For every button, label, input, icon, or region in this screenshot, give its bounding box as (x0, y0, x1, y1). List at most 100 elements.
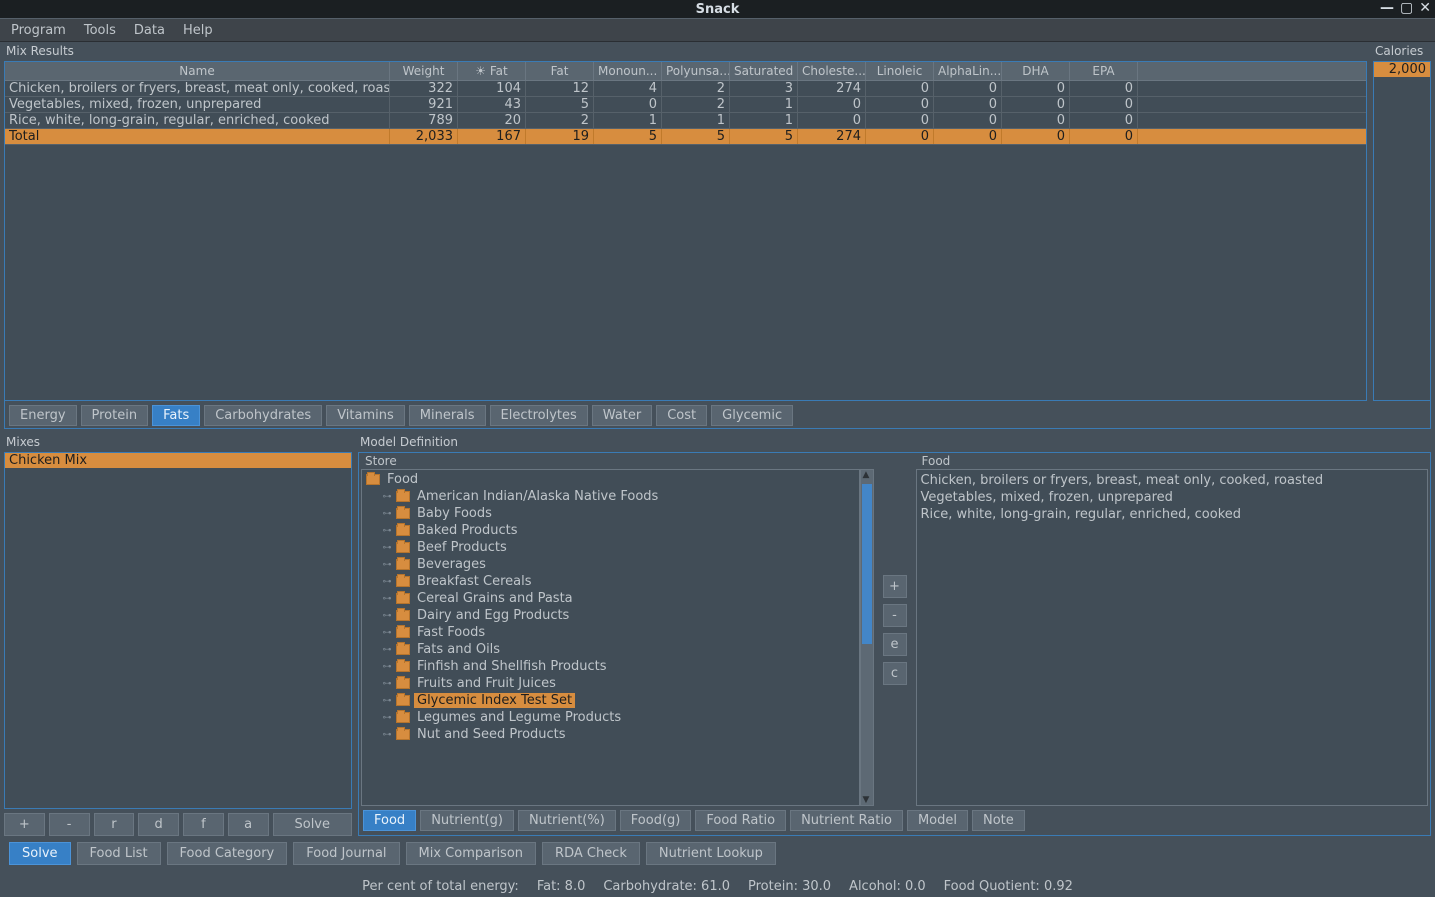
col-header[interactable]: DHA (1002, 62, 1070, 80)
tree-handle-icon[interactable]: ⊶ (382, 543, 392, 553)
tab-water[interactable]: Water (592, 405, 652, 426)
bottom-tab-solve[interactable]: Solve (9, 842, 71, 865)
tree-item[interactable]: ⊶Nut and Seed Products (362, 726, 859, 743)
tab-minerals[interactable]: Minerals (409, 405, 486, 426)
col-header[interactable]: Choleste... (798, 62, 866, 80)
mixes-btn-a[interactable]: a (228, 813, 269, 836)
minimize-icon[interactable]: — (1380, 1, 1394, 15)
col-header[interactable]: Weight (390, 62, 458, 80)
col-header[interactable]: Saturated (730, 62, 798, 80)
bottom-tab-food-journal[interactable]: Food Journal (293, 842, 399, 865)
tree-handle-icon[interactable]: ⊶ (382, 492, 392, 502)
table-row[interactable]: Rice, white, long-grain, regular, enrich… (5, 113, 1366, 129)
tree-item[interactable]: ⊶Fast Foods (362, 624, 859, 641)
tree-handle-icon[interactable]: ⊶ (382, 662, 392, 672)
tree-handle-icon[interactable]: ⊶ (382, 679, 392, 689)
bottom-tab-food-category[interactable]: Food Category (167, 842, 288, 865)
tree-item[interactable]: ⊶Finfish and Shellfish Products (362, 658, 859, 675)
scroll-thumb[interactable] (862, 484, 872, 644)
col-header[interactable]: Monoun... (594, 62, 662, 80)
model-tab-foodg[interactable]: Food(g) (620, 810, 692, 831)
tree-item[interactable]: ⊶Beef Products (362, 539, 859, 556)
mixes-btn-r[interactable]: r (94, 813, 135, 836)
tree-item[interactable]: ⊶Fruits and Fruit Juices (362, 675, 859, 692)
menu-help[interactable]: Help (175, 21, 221, 40)
model-btn--[interactable]: - (883, 604, 907, 627)
model-tab-food[interactable]: Food (363, 810, 416, 831)
tree-item[interactable]: ⊶Fats and Oils (362, 641, 859, 658)
menu-data[interactable]: Data (126, 21, 173, 40)
scroll-up-icon[interactable]: ▲ (863, 470, 870, 480)
model-tab-nutrient ratio[interactable]: Nutrient Ratio (790, 810, 903, 831)
bottom-tab-food-list[interactable]: Food List (77, 842, 161, 865)
tree-item[interactable]: ⊶Legumes and Legume Products (362, 709, 859, 726)
food-item[interactable]: Vegetables, mixed, frozen, unprepared (921, 489, 1424, 506)
table-row[interactable]: Vegetables, mixed, frozen, unprepared921… (5, 97, 1366, 113)
model-tab-nutrientg[interactable]: Nutrient(g) (420, 810, 514, 831)
menu-tools[interactable]: Tools (76, 21, 124, 40)
tab-vitamins[interactable]: Vitamins (326, 405, 405, 426)
mixes-btn-solve[interactable]: Solve (273, 813, 353, 836)
tree-item[interactable]: ⊶Beverages (362, 556, 859, 573)
tree-item[interactable]: ⊶American Indian/Alaska Native Foods (362, 488, 859, 505)
tree-handle-icon[interactable]: ⊶ (382, 560, 392, 570)
tab-cost[interactable]: Cost (656, 405, 707, 426)
bottom-tab-nutrient-lookup[interactable]: Nutrient Lookup (646, 842, 776, 865)
col-header[interactable]: AlphaLin... (934, 62, 1002, 80)
tab-energy[interactable]: Energy (9, 405, 77, 426)
tree-item[interactable]: ⊶Baked Products (362, 522, 859, 539)
model-tab-food ratio[interactable]: Food Ratio (695, 810, 786, 831)
store-scrollbar[interactable]: ▲ ▼ (860, 469, 874, 806)
col-header[interactable]: Polyunsa... (662, 62, 730, 80)
mixes-btn-+[interactable]: + (4, 813, 45, 836)
tree-handle-icon[interactable]: ⊶ (382, 713, 392, 723)
col-header[interactable]: EPA (1070, 62, 1138, 80)
model-btn-+[interactable]: + (883, 575, 907, 598)
menu-program[interactable]: Program (3, 21, 74, 40)
tree-handle-icon[interactable]: ⊶ (382, 611, 392, 621)
tree-item[interactable]: ⊶Baby Foods (362, 505, 859, 522)
mix-item-selected[interactable]: Chicken Mix (5, 453, 351, 468)
close-icon[interactable]: ✕ (1419, 1, 1431, 15)
table-row[interactable]: Chicken, broilers or fryers, breast, mea… (5, 81, 1366, 97)
tree-handle-icon[interactable]: ⊶ (382, 594, 392, 604)
tab-carbohydrates[interactable]: Carbohydrates (204, 405, 322, 426)
col-header[interactable]: Fat (526, 62, 594, 80)
food-item[interactable]: Chicken, broilers or fryers, breast, mea… (921, 472, 1424, 489)
tree-handle-icon[interactable]: ⊶ (382, 730, 392, 740)
col-header[interactable]: Linoleic (866, 62, 934, 80)
tree-handle-icon[interactable]: ⊶ (382, 628, 392, 638)
tree-handle-icon[interactable]: ⊶ (382, 645, 392, 655)
tree-handle-icon[interactable]: ⊶ (382, 577, 392, 587)
tree-item[interactable]: ⊶Dairy and Egg Products (362, 607, 859, 624)
bottom-tab-mix-comparison[interactable]: Mix Comparison (406, 842, 537, 865)
maximize-icon[interactable]: ▢ (1400, 1, 1413, 15)
tree-item[interactable]: ⊶Breakfast Cereals (362, 573, 859, 590)
tab-fats[interactable]: Fats (152, 405, 200, 426)
scroll-down-icon[interactable]: ▼ (863, 795, 870, 805)
tab-electrolytes[interactable]: Electrolytes (490, 405, 588, 426)
mixes-btn-f[interactable]: f (183, 813, 224, 836)
tree-item[interactable]: Food (362, 471, 859, 488)
tab-protein[interactable]: Protein (81, 405, 149, 426)
tree-handle-icon[interactable]: ⊶ (382, 509, 392, 519)
table-row[interactable]: Total2,033167195552740000 (5, 129, 1366, 145)
tree-handle-icon[interactable]: ⊶ (382, 696, 392, 706)
mixes-list[interactable]: Chicken Mix (4, 452, 352, 809)
food-item[interactable]: Rice, white, long-grain, regular, enrich… (921, 506, 1424, 523)
model-tab-model[interactable]: Model (907, 810, 968, 831)
food-list[interactable]: Chicken, broilers or fryers, breast, mea… (916, 469, 1429, 806)
model-btn-c[interactable]: c (883, 662, 907, 685)
tree-handle-icon[interactable]: ⊶ (382, 526, 392, 536)
model-tab-nutrient[interactable]: Nutrient(%) (518, 810, 616, 831)
model-btn-e[interactable]: e (883, 633, 907, 656)
col-header[interactable]: ☀ Fat (458, 62, 526, 80)
tree-item[interactable]: ⊶Cereal Grains and Pasta (362, 590, 859, 607)
model-tab-note[interactable]: Note (972, 810, 1025, 831)
mixes-btn--[interactable]: - (49, 813, 90, 836)
mixes-btn-d[interactable]: d (138, 813, 179, 836)
store-tree[interactable]: Food⊶American Indian/Alaska Native Foods… (361, 469, 860, 806)
tab-glycemic[interactable]: Glycemic (711, 405, 793, 426)
tree-item[interactable]: ⊶Glycemic Index Test Set (362, 692, 859, 709)
bottom-tab-rda-check[interactable]: RDA Check (542, 842, 640, 865)
